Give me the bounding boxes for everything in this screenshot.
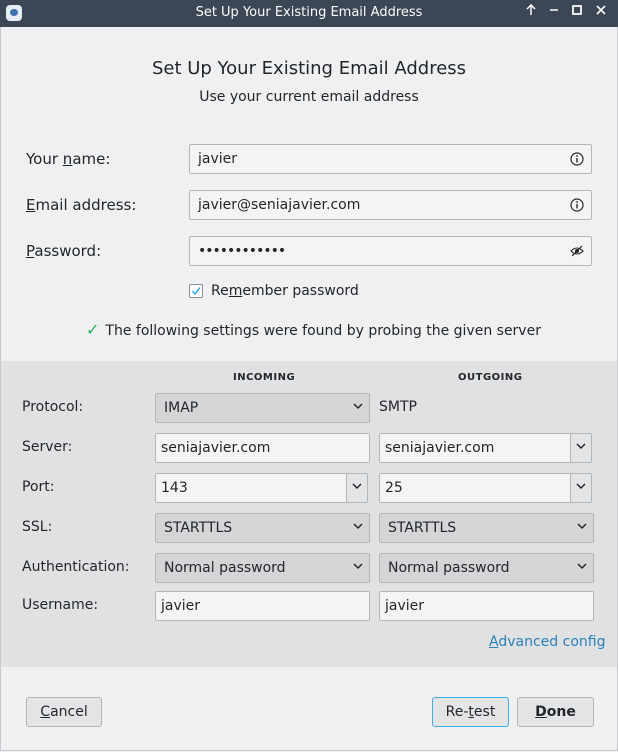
probe-status-text: The following settings were found by pro… (105, 323, 541, 339)
close-icon[interactable] (591, 3, 611, 23)
remember-password-checkbox[interactable] (189, 284, 203, 298)
incoming-port-value: 143 (161, 480, 188, 496)
incoming-ssl-select[interactable]: STARTTLS (155, 513, 370, 543)
chevron-down-icon (353, 402, 363, 413)
outgoing-port-value: 25 (385, 480, 403, 496)
outgoing-ssl-select[interactable]: STARTTLS (379, 513, 594, 543)
outgoing-port-dropdown-button[interactable] (570, 474, 591, 502)
chevron-down-icon (577, 562, 587, 573)
chevron-down-icon (353, 562, 363, 573)
outgoing-server-combo[interactable]: seniajavier.com (379, 433, 592, 463)
minimize-icon[interactable] (544, 3, 564, 23)
incoming-ssl-value: STARTTLS (164, 520, 233, 536)
server-label: Server: (22, 439, 73, 455)
outgoing-protocol-value: SMTP (379, 399, 417, 415)
username-label: Username: (22, 597, 99, 613)
chevron-down-icon (353, 522, 363, 533)
keep-above-icon[interactable] (521, 3, 541, 23)
outgoing-auth-value: Normal password (388, 560, 510, 576)
incoming-username-value: javier (161, 598, 201, 614)
done-button[interactable]: Done (517, 697, 594, 727)
password-value: •••••••••••• (198, 243, 286, 259)
advanced-config-link[interactable]: Advanced config (489, 634, 605, 650)
info-icon[interactable] (570, 152, 584, 166)
incoming-port-dropdown-button[interactable] (346, 474, 367, 502)
remember-password-label[interactable]: Remember password (211, 283, 359, 299)
cancel-button[interactable]: Cancel (26, 697, 102, 727)
incoming-server-field[interactable]: seniajavier.com (155, 433, 370, 463)
page-title: Set Up Your Existing Email Address (151, 58, 467, 79)
chevron-down-icon (576, 442, 586, 453)
checkmark-icon: ✓ (86, 320, 100, 339)
incoming-protocol-value: IMAP (164, 400, 199, 416)
outgoing-header: OUTGOING (458, 372, 523, 383)
outgoing-username-value: javier (385, 598, 425, 614)
chevron-down-icon (576, 482, 586, 493)
window-titlebar: Set Up Your Existing Email Address (0, 0, 618, 27)
outgoing-username-field[interactable]: javier (379, 591, 594, 621)
password-label: Password: (26, 242, 102, 260)
eye-slash-icon[interactable] (570, 244, 584, 258)
incoming-port-combo[interactable]: 143 (155, 473, 368, 503)
chevron-down-icon (577, 522, 587, 533)
incoming-auth-value: Normal password (164, 560, 286, 576)
checkmark-icon (191, 287, 201, 296)
protocol-label: Protocol: (22, 399, 84, 415)
maximize-icon[interactable] (567, 3, 587, 23)
probe-status: ✓ The following settings were found by pr… (86, 320, 541, 339)
ssl-label: SSL: (22, 519, 53, 535)
incoming-server-value: seniajavier.com (161, 440, 271, 456)
email-value: javier@seniajavier.com (198, 197, 361, 213)
retest-button[interactable]: Re-test (432, 697, 509, 727)
outgoing-server-dropdown-button[interactable] (570, 434, 591, 462)
email-field[interactable]: javier@seniajavier.com (189, 190, 592, 220)
incoming-protocol-select[interactable]: IMAP (155, 393, 370, 423)
outgoing-server-value: seniajavier.com (385, 440, 495, 456)
email-label: Email address: (26, 196, 137, 214)
authentication-label: Authentication: (22, 559, 130, 575)
incoming-header: INCOMING (233, 372, 296, 383)
chevron-down-icon (352, 482, 362, 493)
incoming-username-field[interactable]: javier (155, 591, 370, 621)
name-value: javier (198, 151, 238, 167)
outgoing-ssl-value: STARTTLS (388, 520, 457, 536)
outgoing-authentication-select[interactable]: Normal password (379, 553, 594, 583)
password-field[interactable]: •••••••••••• (189, 236, 592, 266)
account-setup-dialog: Set Up Your Existing Email Address Use y… (0, 27, 618, 751)
info-icon[interactable] (570, 198, 584, 212)
page-subtitle: Use your current email address (199, 89, 419, 105)
port-label: Port: (22, 479, 55, 495)
name-field[interactable]: javier (189, 144, 592, 174)
name-label: Your name: (26, 150, 111, 168)
incoming-authentication-select[interactable]: Normal password (155, 553, 370, 583)
outgoing-port-combo[interactable]: 25 (379, 473, 592, 503)
